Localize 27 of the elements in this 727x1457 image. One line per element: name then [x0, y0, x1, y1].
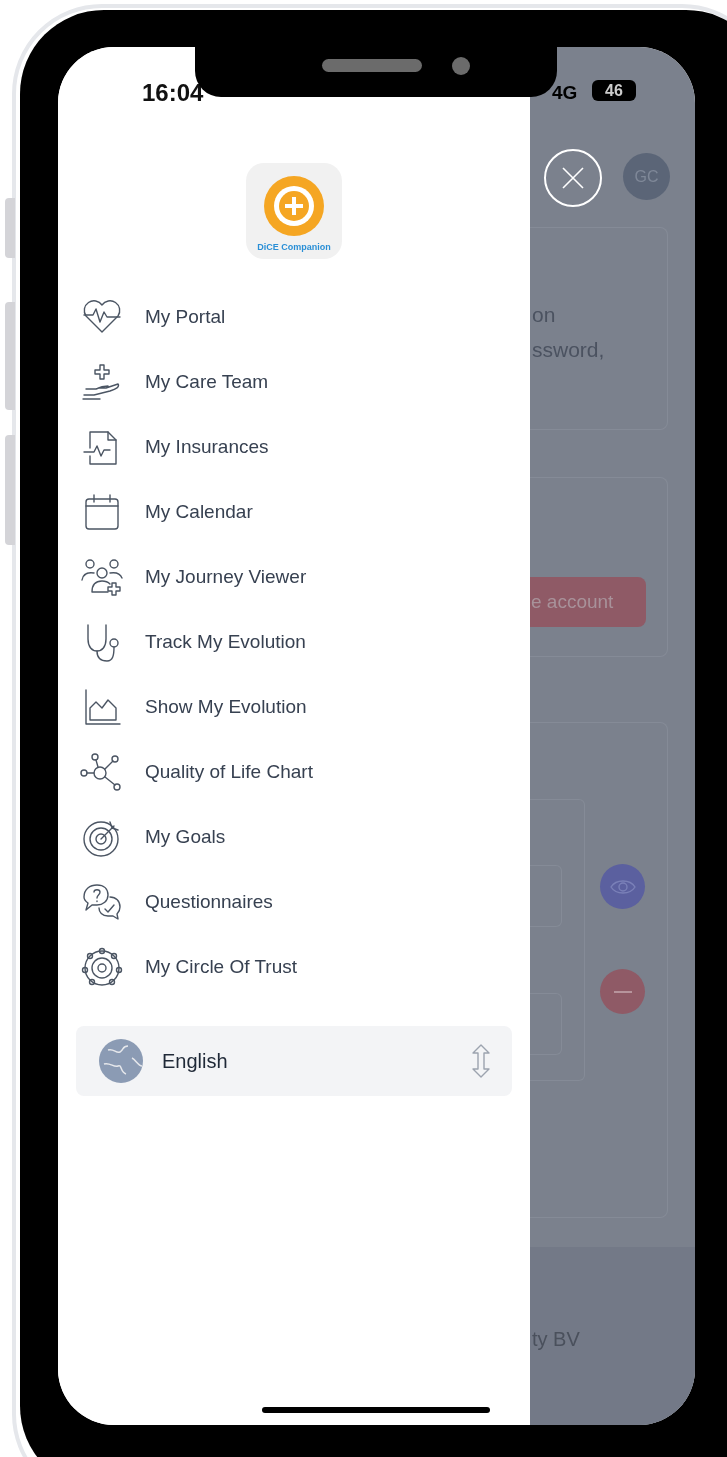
menu-item[interactable]: Questionnaires	[58, 870, 530, 935]
menu-item[interactable]: My Calendar	[58, 480, 530, 545]
eye-icon	[609, 877, 636, 896]
menu-item[interactable]: My Circle Of Trust	[58, 935, 530, 1000]
globe-icon	[98, 1038, 144, 1084]
menu-item[interactable]: Track My Evolution	[58, 610, 530, 675]
close-button[interactable]	[544, 149, 602, 207]
menu-item[interactable]: Show My Evolution	[58, 675, 530, 740]
menu-item[interactable]: My Insurances	[58, 415, 530, 480]
input-field[interactable]	[530, 865, 562, 927]
logo-caption: DiCE Companion	[257, 241, 331, 254]
menu-item[interactable]: My Journey Viewer	[58, 545, 530, 610]
menu-item[interactable]: Quality of Life Chart	[58, 740, 530, 805]
minus-icon	[613, 990, 632, 993]
plus-circle-icon	[261, 173, 327, 239]
status-time: 16:04	[142, 78, 204, 108]
up-down-arrow-icon	[472, 1044, 490, 1078]
dropdown-field[interactable]	[530, 993, 562, 1055]
menu-item[interactable]: My Portal	[58, 285, 530, 350]
battery-indicator: 46	[592, 80, 636, 101]
menu-item[interactable]: My Goals	[58, 805, 530, 870]
remove-button[interactable]	[600, 969, 645, 1014]
menu-item[interactable]: My Care Team	[58, 350, 530, 415]
view-button[interactable]	[600, 864, 645, 909]
language-selector[interactable]: English	[76, 1026, 512, 1096]
close-icon	[561, 166, 585, 190]
network-type: 4G	[552, 81, 578, 105]
